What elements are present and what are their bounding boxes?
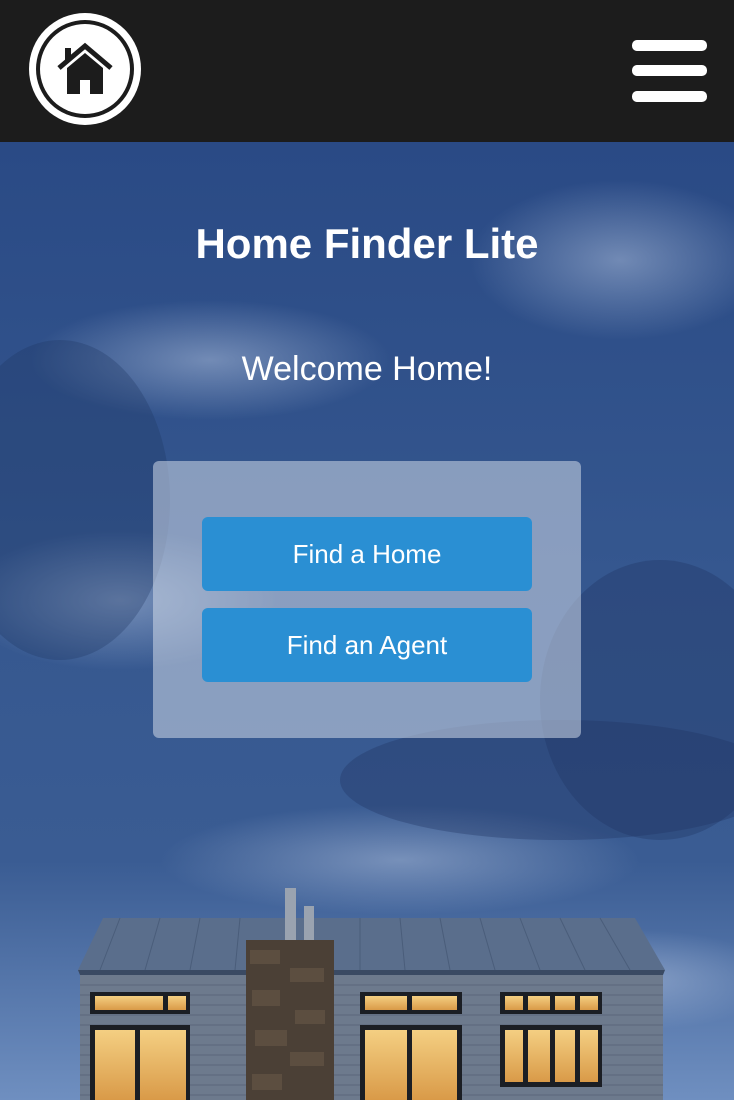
app-screen: Home Finder Lite Welcome Home! Find a Ho…: [0, 0, 734, 1100]
menu-bar-middle: [632, 65, 707, 76]
header-bar: [0, 0, 734, 142]
page-title: Home Finder Lite: [195, 220, 539, 267]
logo-inner: [40, 24, 130, 114]
find-home-button[interactable]: Find a Home: [202, 517, 532, 591]
hamburger-menu-icon[interactable]: [632, 40, 707, 102]
house-icon: [57, 42, 113, 94]
welcome-text: Welcome Home!: [241, 350, 493, 388]
menu-bar-top: [632, 40, 707, 51]
logo-ring: [36, 20, 134, 118]
find-agent-button[interactable]: Find an Agent: [202, 608, 532, 682]
action-card: Find a Home Find an Agent: [153, 461, 581, 738]
menu-bar-bottom: [632, 91, 707, 102]
home-logo-button[interactable]: [29, 13, 141, 125]
